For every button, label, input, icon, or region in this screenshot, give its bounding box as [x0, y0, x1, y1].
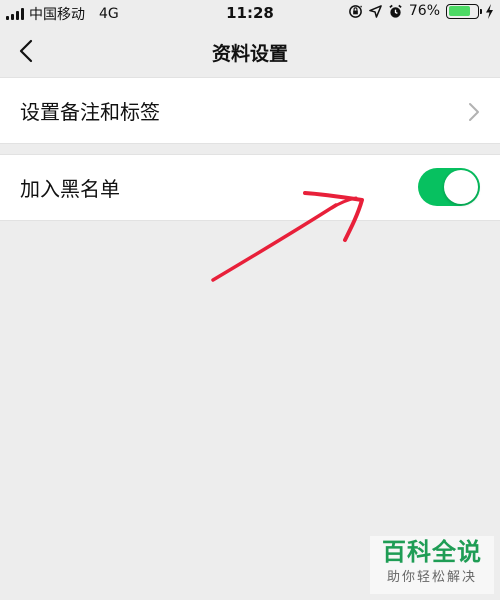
blacklist-cell: 加入黑名单 — [0, 154, 500, 221]
chevron-right-icon — [469, 103, 479, 121]
blacklist-label: 加入黑名单 — [20, 177, 120, 201]
orientation-lock-icon — [349, 4, 362, 18]
location-arrow-icon — [369, 4, 382, 18]
battery-percent: 76% — [408, 3, 440, 19]
watermark-subtitle: 助你轻松解决 — [386, 570, 477, 585]
charging-bolt-icon — [486, 3, 493, 19]
status-right: 76% — [348, 3, 494, 19]
remark-and-tags-label: 设置备注和标签 — [20, 100, 160, 124]
watermark-logo: 百科全说 助你轻松解决 — [370, 536, 494, 594]
alarm-clock-icon — [389, 4, 402, 18]
toggle-knob — [444, 170, 478, 204]
battery-icon — [446, 3, 482, 19]
watermark-title: 百科全说 — [382, 538, 482, 566]
blacklist-toggle[interactable] — [418, 168, 480, 206]
navigation-bar: 资料设置 — [0, 26, 500, 78]
battery-fill — [448, 6, 470, 16]
page-title: 资料设置 — [211, 43, 288, 65]
status-bar: 中国移动 4G 11:28 76% — [0, 0, 500, 26]
remark-and-tags-cell[interactable]: 设置备注和标签 — [0, 77, 500, 144]
